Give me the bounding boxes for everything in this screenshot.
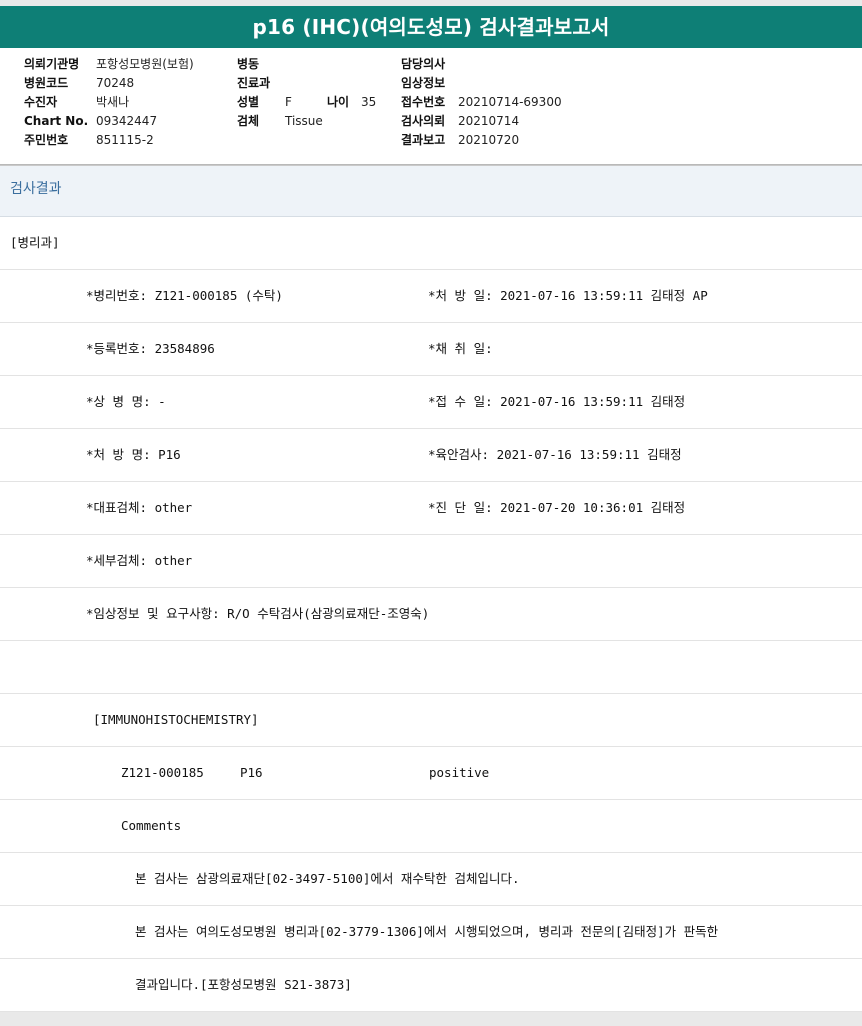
ihc-marker: P16 [240,765,263,780]
result-row: 본 검사는 삼광의료재단[02-3497-5100]에서 재수탁한 검체입니다. [0,853,862,906]
result-row: *처 방 명: P16 *육안검사: 2021-07-16 13:59:11 김태… [0,429,862,482]
ihc-result: positive [429,765,490,780]
info-label: 주민번호 [24,133,69,147]
result-row: *상 병 명: - *접 수 일: 2021-07-16 13:59:11 김태정 [0,376,862,429]
info-label: 병원코드 [24,76,69,90]
info-label: 검체 [237,114,260,128]
result-rows: [병리과] *병리번호: Z121-000185 (수탁) *처 방 일: 202… [0,217,862,1012]
info-row-department: 진료과 [237,74,376,93]
info-row-accession-number: 접수번호 20210714-69300 [401,93,562,112]
row-text-left: *병리번호: Z121-000185 (수탁) [86,288,283,303]
info-row-clinical-info: 임상정보 [401,74,562,93]
info-label: 담당의사 [401,57,446,71]
row-text-right: *육안검사: 2021-07-16 13:59:11 김태정 [428,447,682,462]
result-row: 결과입니다.[포항성모병원 S21-3873] [0,959,862,1012]
info-label-age: 나이 [327,95,350,109]
info-label: 수진자 [24,95,58,109]
info-label: 임상정보 [401,76,446,90]
info-label: 성별 [237,95,260,109]
result-row: *임상정보 및 요구사항: R/O 수탁검사(삼광의료재단-조영숙) [0,588,862,641]
header-column-2: 병동 진료과 성별 F 나이 35 검체 Tissue [237,55,376,131]
info-value: 포항성모병원(보험) [96,57,194,71]
row-text-left: [IMMUNOHISTOCHEMISTRY] [93,712,259,727]
result-row: *대표검체: other *진 단 일: 2021-07-20 10:36:01 … [0,482,862,535]
info-row-resident-number: 주민번호 851115-2 [24,131,194,150]
result-row-ihc: Z121-000185 P16 positive [0,747,862,800]
info-value: 20210720 [458,133,520,147]
result-row: 본 검사는 여의도성모병원 병리과[02-3779-1306]에서 시행되었으며… [0,906,862,959]
row-text-left: *임상정보 및 요구사항: R/O 수탁검사(삼광의료재단-조영숙) [86,606,430,621]
report-title: p16 (IHC)(여의도성모) 검사결과보고서 [0,6,862,48]
row-text: [병리과] [10,235,60,250]
info-row-ward: 병동 [237,55,376,74]
row-text-left: *등록번호: 23584896 [86,341,215,356]
result-row: [병리과] [0,217,862,270]
row-text-right: *처 방 일: 2021-07-16 13:59:11 김태정 AP [428,288,708,303]
info-value: Tissue [285,114,323,128]
patient-info-header: 의뢰기관명 포항성모병원(보험) 병원코드 70248 수진자 박새나 Chart N… [0,48,862,165]
info-row-chart-no: Chart No. 09342447 [24,112,194,131]
info-value: F [285,95,292,109]
info-value: 09342447 [96,114,158,128]
info-value: 851115-2 [96,133,154,147]
info-label: 의뢰기관명 [24,57,80,71]
row-text-right: *진 단 일: 2021-07-20 10:36:01 김태정 [428,500,686,515]
info-value-age: 35 [361,95,377,109]
row-text-left: *대표검체: other [86,500,193,515]
info-row-sex-age: 성별 F 나이 35 [237,93,376,112]
bottom-strip [0,1012,862,1026]
result-row: [IMMUNOHISTOCHEMISTRY] [0,694,862,747]
comment-text: 결과입니다.[포항성모병원 S21-3873] [135,977,352,992]
info-row-attending-doctor: 담당의사 [401,55,562,74]
info-value: 박새나 [96,95,130,109]
header-column-1: 의뢰기관명 포항성모병원(보험) 병원코드 70248 수진자 박새나 Chart N… [24,55,194,150]
result-row-empty [0,641,862,694]
row-text-right: *접 수 일: 2021-07-16 13:59:11 김태정 [428,394,686,409]
row-text-left: *처 방 명: P16 [86,447,181,462]
info-value: 70248 [96,76,135,90]
row-text-left: Comments [121,818,182,833]
info-row-requesting-institution: 의뢰기관명 포항성모병원(보험) [24,55,194,74]
info-value: 20210714 [458,114,520,128]
info-label: Chart No. [24,114,89,128]
info-label: 진료과 [237,76,271,90]
info-row-result-report: 결과보고 20210720 [401,131,562,150]
result-row: Comments [0,800,862,853]
comment-text: 본 검사는 여의도성모병원 병리과[02-3779-1306]에서 시행되었으며… [135,924,719,939]
info-value: 20210714-69300 [458,95,562,109]
result-row: *병리번호: Z121-000185 (수탁) *처 방 일: 2021-07-1… [0,270,862,323]
header-column-3: 담당의사 임상정보 접수번호 20210714-69300 검사의뢰 2021071… [401,55,562,150]
info-label: 결과보고 [401,133,446,147]
result-row: *세부검체: other [0,535,862,588]
info-label: 검사의뢰 [401,114,446,128]
row-text-left: *세부검체: other [86,553,193,568]
info-label: 병동 [237,57,260,71]
comment-text: 본 검사는 삼광의료재단[02-3497-5100]에서 재수탁한 검체입니다. [135,871,520,886]
info-row-hospital-code: 병원코드 70248 [24,74,194,93]
info-row-specimen: 검체 Tissue [237,112,376,131]
row-text-right: *채 취 일: [428,341,493,356]
row-text-left: *상 병 명: - [86,394,166,409]
result-row: *등록번호: 23584896 *채 취 일: [0,323,862,376]
info-row-test-request: 검사의뢰 20210714 [401,112,562,131]
ihc-pathology-number: Z121-000185 [121,765,204,780]
section-title-results: 검사결과 [0,165,862,217]
info-label: 접수번호 [401,95,446,109]
info-row-patient: 수진자 박새나 [24,93,194,112]
